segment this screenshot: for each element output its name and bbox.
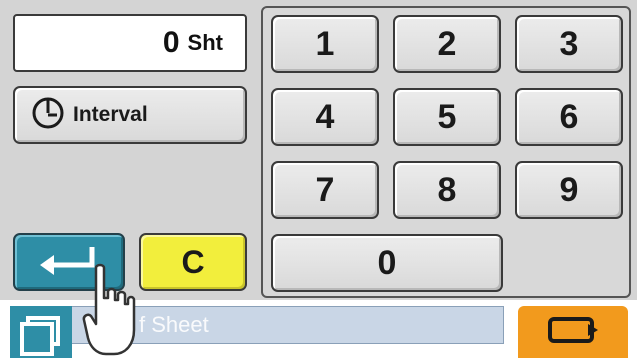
screen: 0 Sht Interval C 1 2 3 4 5 6 7 8 9 0 f S… <box>0 0 637 358</box>
documents-icon <box>10 316 72 362</box>
key-3[interactable]: 3 <box>515 15 623 73</box>
documents-button[interactable] <box>10 306 72 358</box>
pointing-hand-icon <box>82 262 138 358</box>
numeric-keypad: 1 2 3 4 5 6 7 8 9 0 <box>261 6 631 298</box>
feed-icon <box>542 310 604 355</box>
key-5[interactable]: 5 <box>393 88 501 146</box>
key-0[interactable]: 0 <box>271 234 503 292</box>
key-4[interactable]: 4 <box>271 88 379 146</box>
key-9[interactable]: 9 <box>515 161 623 219</box>
interval-button[interactable]: Interval <box>13 86 247 144</box>
left-panel: 0 Sht Interval C <box>0 0 255 300</box>
feed-button[interactable] <box>518 306 628 358</box>
key-2[interactable]: 2 <box>393 15 501 73</box>
key-6[interactable]: 6 <box>515 88 623 146</box>
key-1[interactable]: 1 <box>271 15 379 73</box>
key-8[interactable]: 8 <box>393 161 501 219</box>
sheet-count-unit: Sht <box>187 30 223 55</box>
timer-icon <box>31 96 65 135</box>
clear-button[interactable]: C <box>139 233 247 291</box>
sheet-counter-display: 0 Sht <box>13 14 247 72</box>
sheet-count-value: 0 <box>162 26 180 59</box>
interval-label: Interval <box>73 103 148 126</box>
status-bar-text: f Sheet <box>139 312 209 337</box>
key-7[interactable]: 7 <box>271 161 379 219</box>
